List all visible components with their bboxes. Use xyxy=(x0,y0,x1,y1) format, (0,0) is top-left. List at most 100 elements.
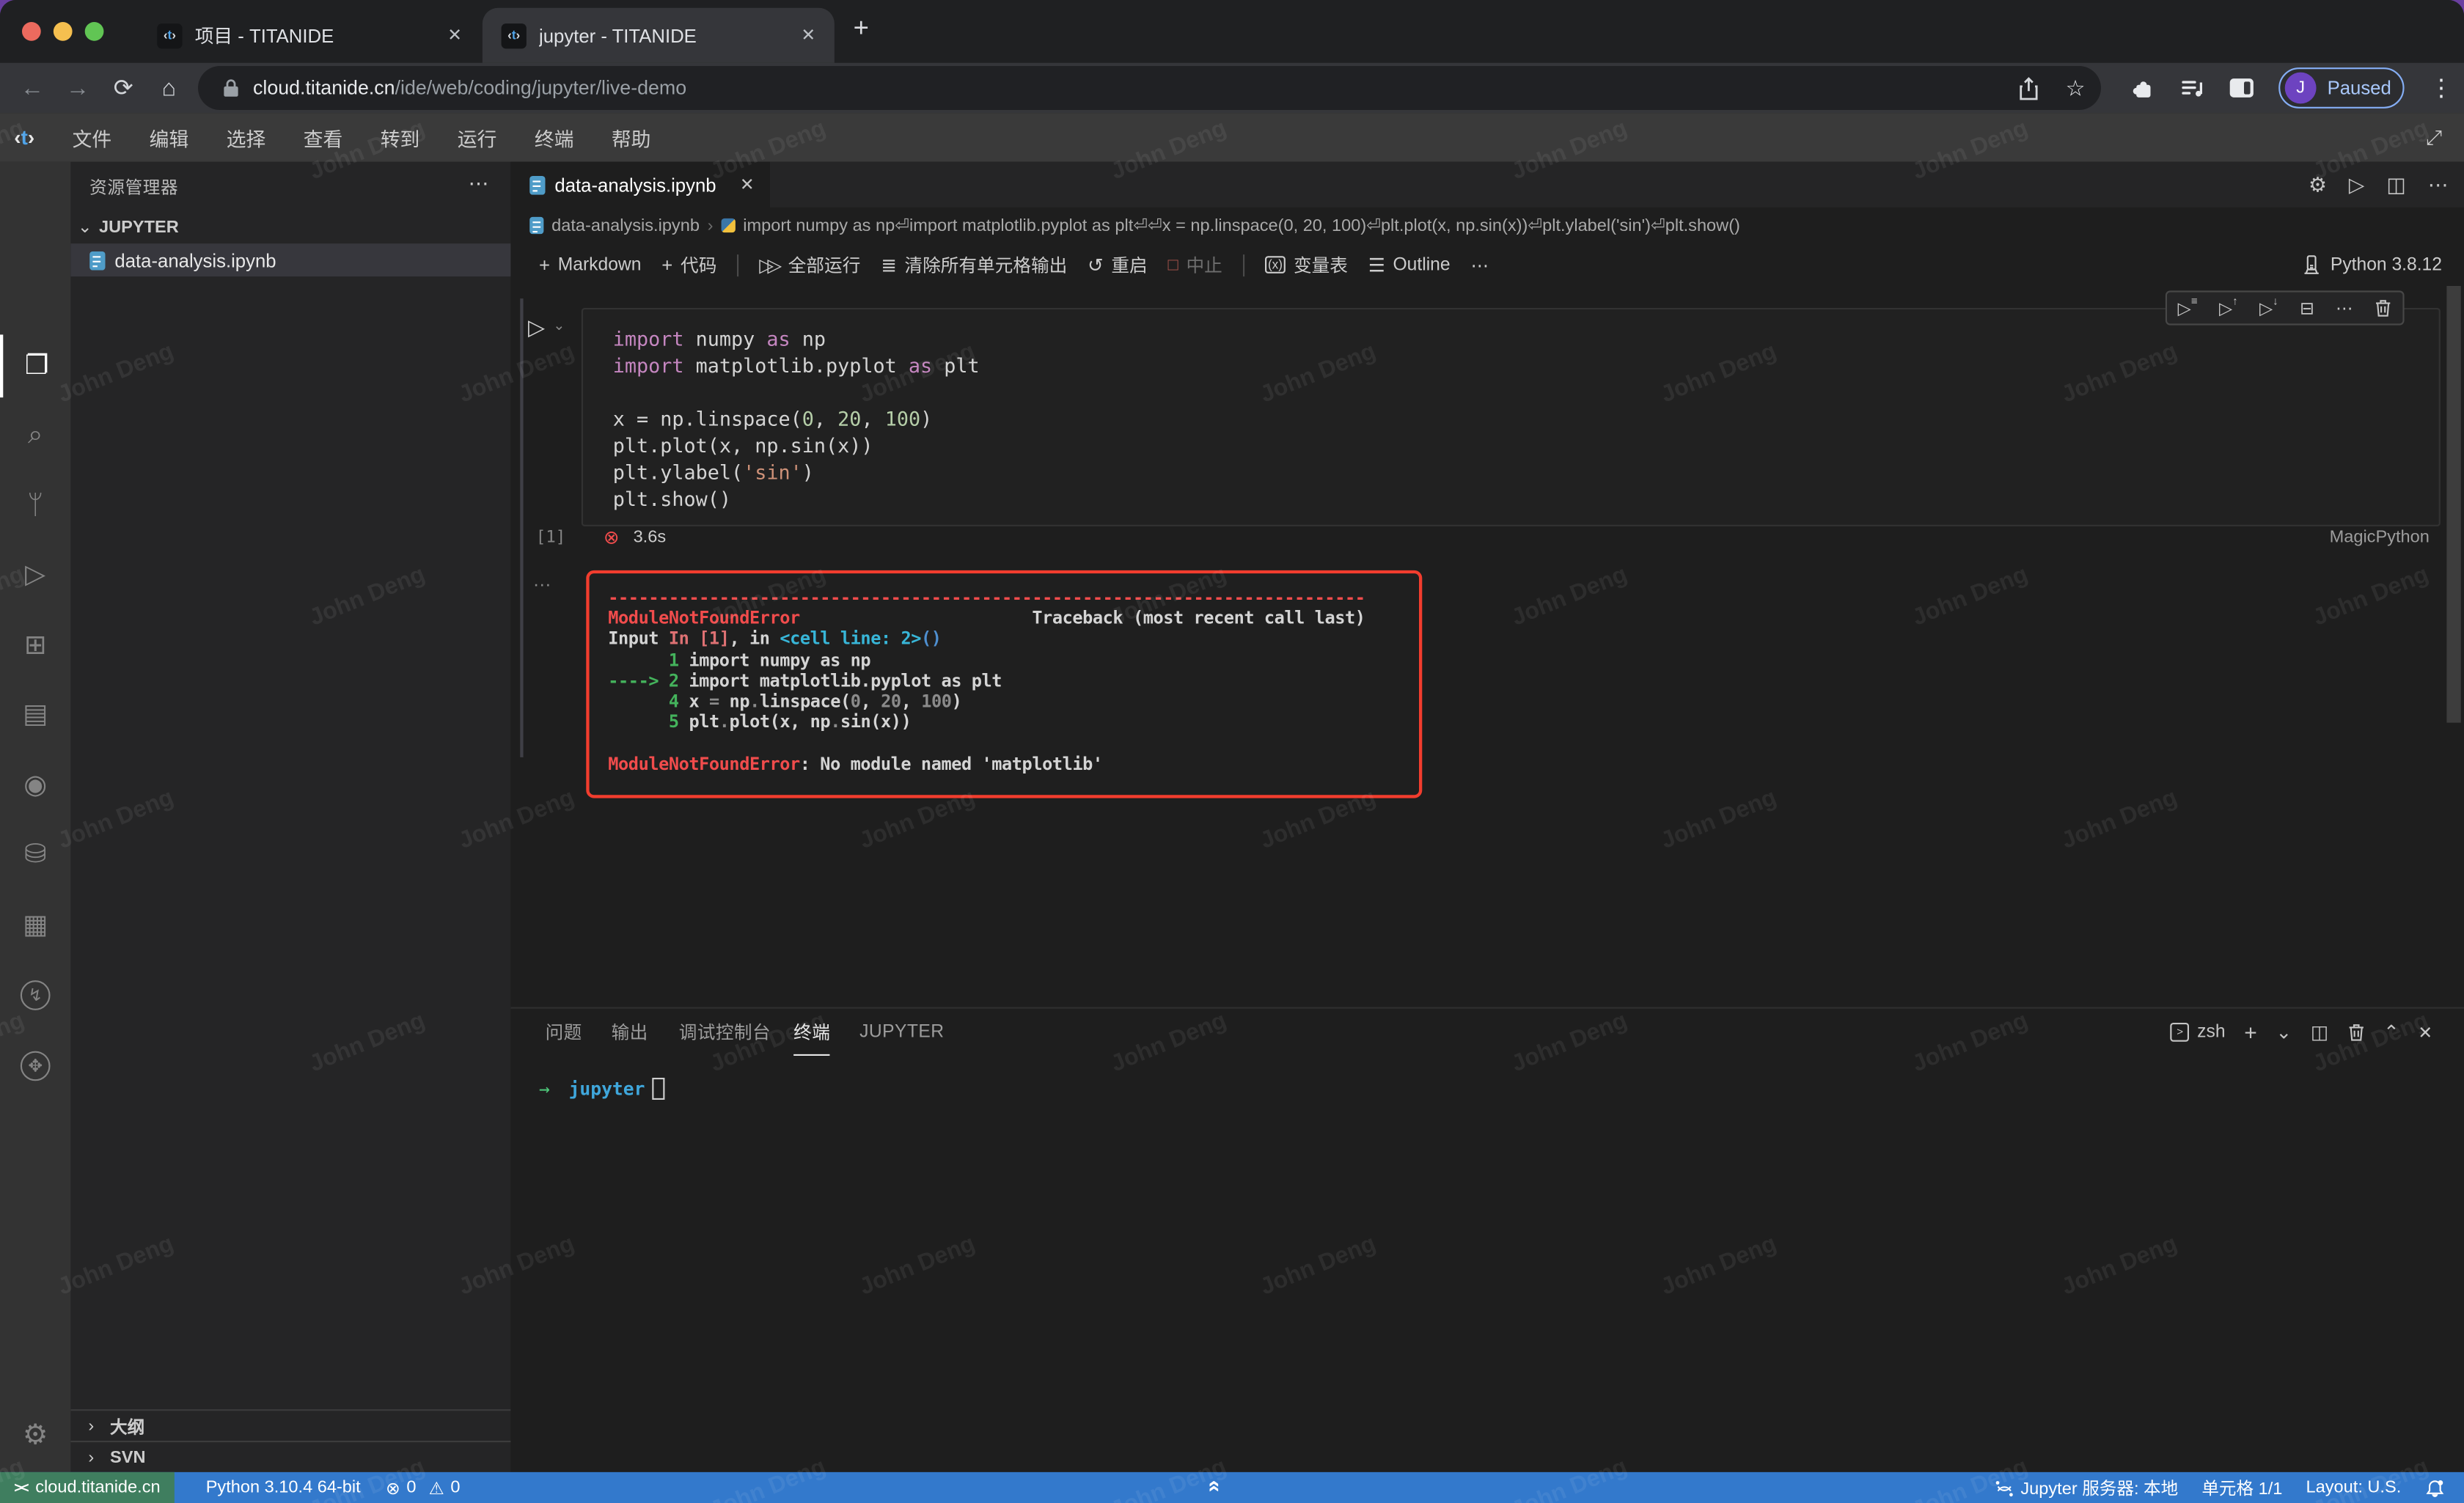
terminal-dropdown-icon[interactable]: ⌄ xyxy=(2276,1021,2292,1043)
chrome-menu-icon[interactable]: ⋮ xyxy=(2430,74,2453,103)
forward-icon[interactable]: → xyxy=(55,75,100,101)
breadcrumb-cell-code[interactable]: import numpy as np⏎import matplotlib.pyp… xyxy=(743,216,1740,236)
menu-file[interactable]: 文件 xyxy=(54,122,131,152)
code-cell-editor[interactable]: import numpy as npimport matplotlib.pypl… xyxy=(582,308,2441,526)
profile-button[interactable]: J Paused xyxy=(2278,67,2404,109)
run-cell-dropdown-icon[interactable]: ⌄ xyxy=(553,317,565,335)
new-terminal-icon[interactable]: + xyxy=(2244,1020,2257,1045)
clear-outputs-button[interactable]: ≣清除所有单元格输出 xyxy=(881,252,1067,277)
source-control-icon[interactable]: ᛘ xyxy=(0,474,70,537)
terminal-command: jupyter xyxy=(569,1078,645,1100)
menu-edit[interactable]: 编辑 xyxy=(131,122,208,152)
menu-help[interactable]: 帮助 xyxy=(593,122,670,152)
menu-run[interactable]: 运行 xyxy=(439,122,516,152)
bolt-icon[interactable]: ↯ xyxy=(0,963,70,1026)
bookmark-star-icon[interactable]: ☆ xyxy=(2066,75,2086,101)
tab-close-icon[interactable]: ✕ xyxy=(447,25,462,45)
cell-more-icon[interactable]: ⋯ xyxy=(2336,298,2353,318)
python-interpreter[interactable]: Python 3.10.4 64-bit xyxy=(206,1478,361,1497)
back-icon[interactable]: ← xyxy=(10,75,55,101)
menu-view[interactable]: 查看 xyxy=(285,122,362,152)
delete-cell-icon[interactable] xyxy=(2375,298,2392,317)
maximize-panel-icon[interactable]: ⌃ xyxy=(2383,1021,2399,1043)
outline-button[interactable]: ☰Outline xyxy=(1368,254,1451,276)
database-icon[interactable]: ⛁ xyxy=(0,823,70,886)
section-outline[interactable]: › 大纲 xyxy=(70,1409,510,1441)
add-markdown-button[interactable]: +Markdown xyxy=(539,254,641,276)
cell-indicator[interactable]: 单元格 1/1 xyxy=(2201,1475,2282,1500)
browser-tab-jupyter[interactable]: ‹t› jupyter - TITANIDE ✕ xyxy=(483,8,835,63)
panel-tab-jupyter[interactable]: JUPYTER xyxy=(859,1009,944,1056)
menu-goto[interactable]: 转到 xyxy=(362,122,439,152)
section-jupyter[interactable]: ⌄ JUPYTER xyxy=(70,210,510,243)
run-above-icon[interactable]: ▷↑ xyxy=(2219,298,2238,318)
editor-tab-close-icon[interactable]: ✕ xyxy=(740,174,755,195)
layout-indicator[interactable]: Layout: U.S. xyxy=(2306,1478,2402,1497)
problems-indicator[interactable]: ⊗ 0 ⚠ 0 xyxy=(386,1477,460,1498)
run-all-button[interactable]: ▷▷全部运行 xyxy=(759,252,860,277)
traffic-zoom-button[interactable] xyxy=(85,22,104,41)
jupyter-server-indicator[interactable]: Jupyter 服务器: 本地 xyxy=(1994,1475,2178,1500)
media-playlist-icon[interactable] xyxy=(2179,76,2204,100)
traffic-minimize-button[interactable] xyxy=(54,22,73,41)
file-item-notebook[interactable]: data-analysis.ipynb xyxy=(70,243,510,276)
terminal[interactable]: → jupyter xyxy=(539,1078,665,1100)
preview-panel-icon[interactable]: ▤ xyxy=(0,683,70,746)
cell-language-mode[interactable]: MagicPython xyxy=(2330,528,2430,547)
terminal-selector[interactable]: > zsh xyxy=(2171,1023,2226,1042)
panel-tab-terminal[interactable]: 终端 xyxy=(793,1009,830,1056)
panel-tab-debug-console[interactable]: 调试控制台 xyxy=(679,1009,771,1056)
spread-arrows-icon[interactable]: ✥ xyxy=(0,1034,70,1097)
breadcrumb-separator: › xyxy=(708,216,714,235)
search-icon[interactable]: ⌕ xyxy=(0,404,70,467)
split-terminal-icon[interactable]: ◫ xyxy=(2311,1021,2328,1043)
remote-indicator[interactable]: >< cloud.titanide.cn xyxy=(0,1472,175,1503)
run-cell-icon[interactable]: ▷ xyxy=(528,315,545,341)
traffic-close-button[interactable] xyxy=(22,22,41,41)
remote-repo-icon[interactable]: ◉ xyxy=(0,754,70,817)
split-cell-icon[interactable]: ⊟ xyxy=(2300,298,2314,318)
reload-icon[interactable]: ⟳ xyxy=(100,74,146,103)
explorer-icon[interactable]: ❐ xyxy=(0,334,70,397)
home-icon[interactable]: ⌂ xyxy=(146,75,191,101)
menu-selection[interactable]: 选择 xyxy=(208,122,285,152)
run-debug-icon[interactable]: ▷ xyxy=(0,543,70,606)
panel-tab-output[interactable]: 输出 xyxy=(612,1009,648,1056)
panel-tab-problems[interactable]: 问题 xyxy=(546,1009,582,1056)
editor-more-icon[interactable]: ⋯ xyxy=(2428,172,2449,197)
variables-button[interactable]: (x)变量表 xyxy=(1265,252,1348,277)
notebook-settings-gear-icon[interactable]: ⚙ xyxy=(2309,172,2327,197)
notifications-bell-icon[interactable] xyxy=(2424,1477,2445,1498)
editor-scrollbar[interactable] xyxy=(2446,286,2460,723)
breadcrumb[interactable]: data-analysis.ipynb › import numpy as np… xyxy=(510,207,2464,243)
tab-close-icon[interactable]: ✕ xyxy=(801,25,815,45)
side-panel-icon[interactable] xyxy=(2230,78,2254,98)
breadcrumb-file[interactable]: data-analysis.ipynb xyxy=(551,216,700,235)
run-below-icon[interactable]: ▷↓ xyxy=(2259,298,2278,318)
browser-tab-project[interactable]: ‹t› 项目 - TITANIDE ✕ xyxy=(139,8,481,63)
execute-above-icon[interactable]: ▷≡ xyxy=(2178,298,2198,318)
kernel-picker[interactable]: Python 3.8.12 xyxy=(2302,243,2442,286)
menu-terminal[interactable]: 终端 xyxy=(516,122,593,152)
address-bar[interactable]: cloud.titanide.cn/ide/web/coding/jupyter… xyxy=(198,66,2101,110)
output-menu-icon[interactable]: … xyxy=(532,569,551,591)
new-tab-button[interactable]: + xyxy=(854,12,869,44)
explorer-more-icon[interactable]: ⋯ xyxy=(469,172,489,196)
add-code-button[interactable]: +代码 xyxy=(661,252,716,277)
section-svn[interactable]: › SVN xyxy=(70,1441,510,1472)
split-editor-icon[interactable]: ◫ xyxy=(2386,172,2405,197)
settings-gear-icon[interactable]: ⚙ xyxy=(0,1403,70,1466)
extensions-puzzle-icon[interactable] xyxy=(2130,76,2155,100)
kill-terminal-icon[interactable] xyxy=(2347,1023,2365,1042)
close-panel-icon[interactable]: ✕ xyxy=(2418,1022,2432,1043)
editor-tab-notebook[interactable]: data-analysis.ipynb ✕ xyxy=(510,162,770,207)
restore-panel-chevrons-icon[interactable]: « xyxy=(1203,1480,1228,1493)
fullscreen-icon[interactable]: ⤢ xyxy=(2426,125,2442,150)
run-icon[interactable]: ▷ xyxy=(2349,172,2364,197)
extensions-icon[interactable]: ⊞ xyxy=(0,614,70,677)
toolbar-more-icon[interactable]: ⋯ xyxy=(1470,254,1489,276)
layers-icon[interactable]: ▦ xyxy=(0,894,70,957)
share-icon[interactable] xyxy=(2018,76,2040,100)
restart-button[interactable]: ↺重启 xyxy=(1088,252,1148,277)
interrupt-button[interactable]: □中止 xyxy=(1168,252,1222,277)
